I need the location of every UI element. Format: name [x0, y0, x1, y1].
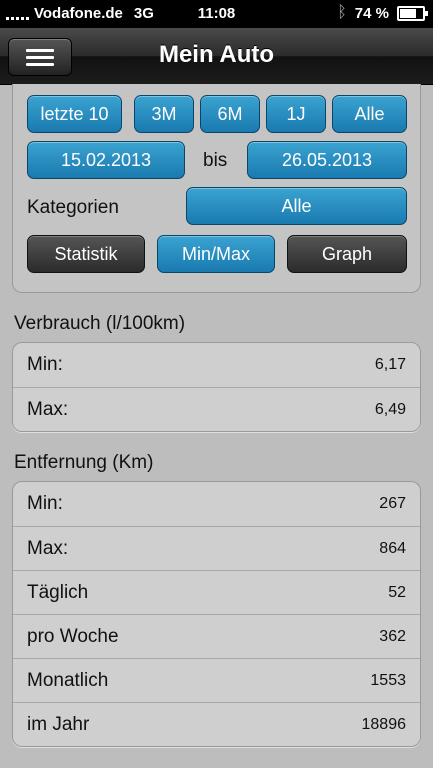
bluetooth-icon: ᛒ	[337, 4, 347, 21]
row-label: Monatlich	[27, 669, 109, 691]
row-label: Max:	[27, 537, 69, 559]
distance-daily-row: Täglich 52	[13, 570, 420, 614]
range-button-1j[interactable]: 1J	[266, 95, 326, 133]
distance-yearly-row: im Jahr 18896	[13, 702, 420, 746]
distance-max-row: Max: 864	[13, 526, 420, 570]
category-select-button[interactable]: Alle	[186, 187, 407, 225]
minmax-tab[interactable]: Min/Max	[157, 235, 275, 273]
row-label: Max:	[27, 398, 69, 420]
page-title: Mein Auto	[158, 41, 275, 68]
consumption-min-row: Min: 6,17	[13, 343, 420, 387]
row-value: 6,17	[374, 356, 406, 373]
statistik-tab[interactable]: Statistik	[27, 235, 145, 273]
range-button-alle[interactable]: Alle	[332, 95, 407, 133]
distance-group: Min: 267 Max: 864 Täglich 52 pro Woche 3…	[12, 481, 421, 747]
range-button-last10[interactable]: letzte 10	[27, 95, 122, 133]
row-value: 18896	[361, 715, 407, 733]
row-label: pro Woche	[27, 625, 119, 647]
status-right: ᛒ 74 %	[337, 4, 428, 22]
distance-min-row: Min: 267	[13, 482, 420, 526]
consumption-section-title: Verbrauch (l/100km)	[14, 313, 186, 334]
status-bar: Vodafone.de 3G 11:08 ᛒ 74 %	[0, 0, 433, 28]
row-label: Min:	[27, 354, 63, 375]
date-to-button[interactable]: 26.05.2013	[247, 141, 407, 179]
category-label: Kategorien	[27, 197, 119, 218]
row-value: 362	[379, 627, 406, 645]
battery-fill	[400, 8, 417, 18]
row-value: 6,49	[374, 400, 406, 418]
battery-icon	[397, 5, 428, 21]
row-value: 52	[388, 583, 406, 601]
distance-weekly-row: pro Woche 362	[13, 614, 420, 658]
range-button-6m[interactable]: 6M	[200, 95, 260, 133]
row-value: 267	[379, 495, 406, 512]
row-value: 864	[379, 539, 406, 557]
row-label: Min:	[27, 493, 63, 514]
consumption-group: Min: 6,17 Max: 6,49	[12, 342, 421, 432]
date-from-button[interactable]: 15.02.2013	[27, 141, 185, 179]
distance-section-title: Entfernung (Km)	[14, 452, 154, 473]
graph-tab[interactable]: Graph	[287, 235, 407, 273]
row-value: 1553	[370, 671, 406, 689]
date-separator: bis	[203, 150, 228, 171]
distance-monthly-row: Monatlich 1553	[13, 658, 420, 702]
row-label: im Jahr	[27, 713, 90, 735]
battery-percent: 74 %	[354, 4, 389, 22]
navigation-bar: Mein Auto	[0, 28, 433, 85]
range-button-3m[interactable]: 3M	[134, 95, 194, 133]
filter-panel: letzte 10 3M 6M 1J Alle 15.02.2013 bis 2…	[12, 84, 421, 293]
consumption-max-row: Max: 6,49	[13, 387, 420, 431]
row-label: Täglich	[27, 581, 89, 603]
